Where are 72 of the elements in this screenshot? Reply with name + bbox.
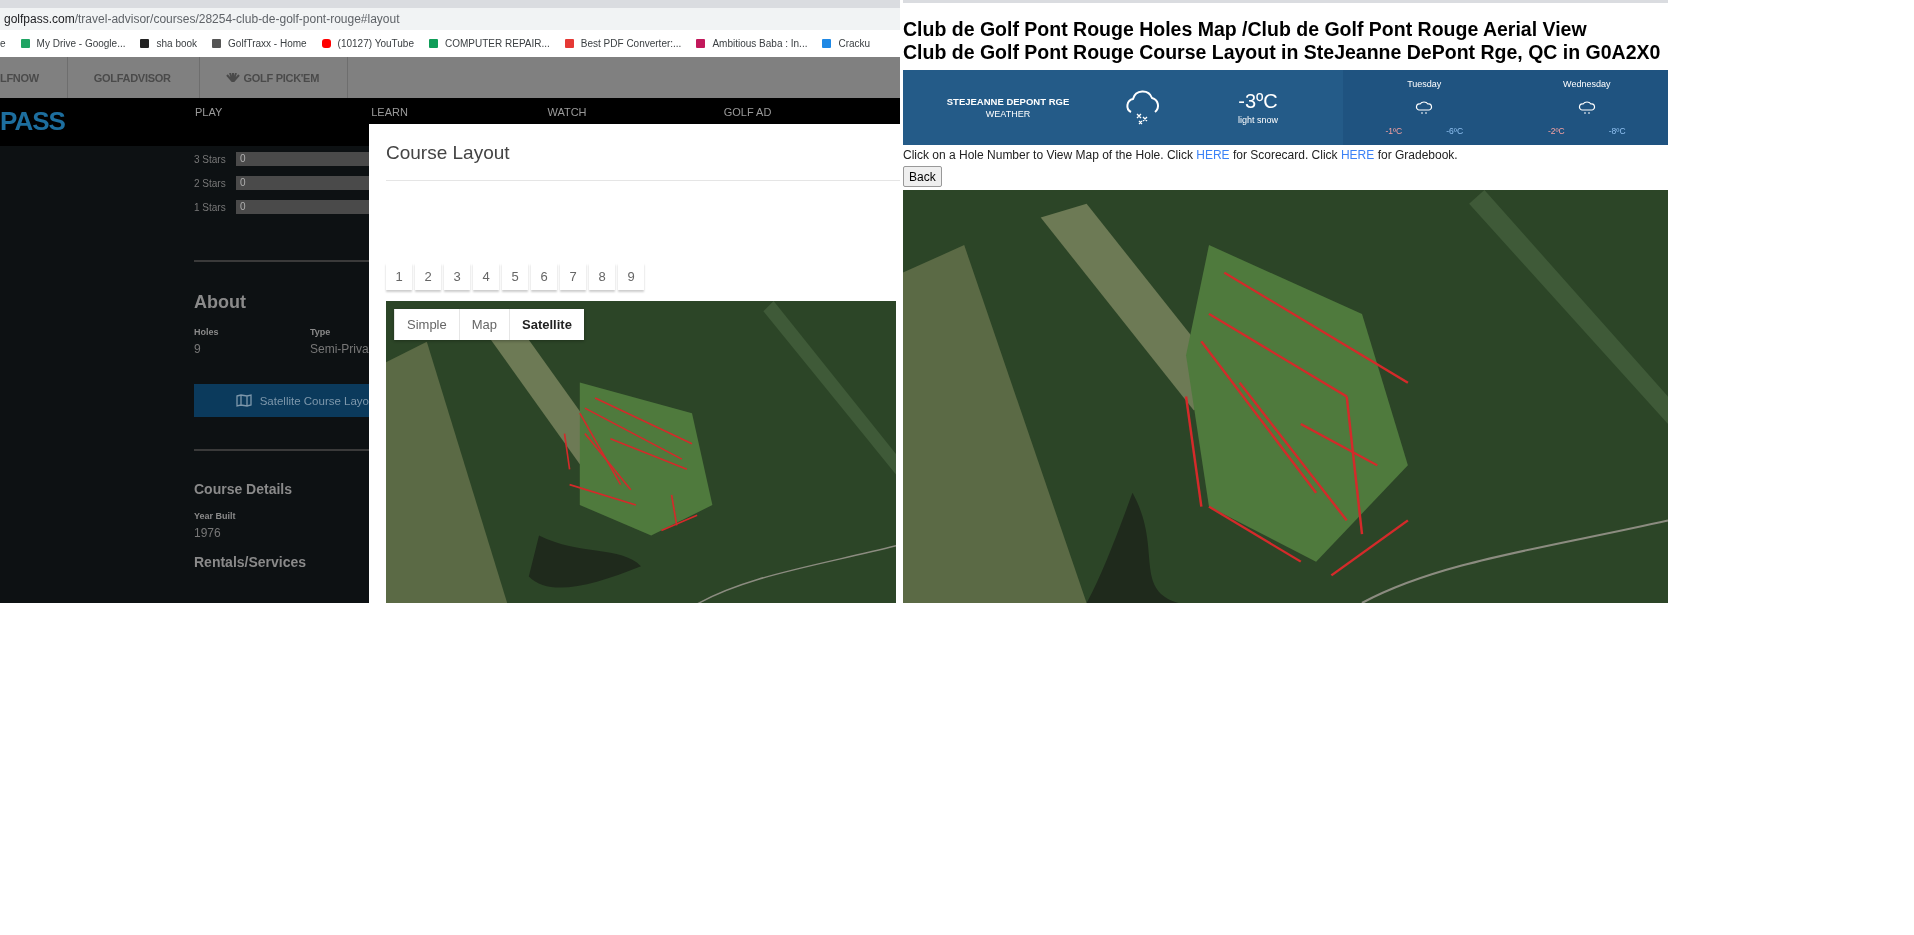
site-logo[interactable]: PASS (0, 106, 195, 137)
nav-link[interactable]: GOLF AD (723, 106, 900, 118)
address-bar[interactable]: golfpass.com/travel-advisor/courses/28254-club-de-golf-pont-rouge#layout (0, 8, 900, 30)
weather-location: STEJEANNE DEPONT RGE (946, 96, 1070, 107)
rain-cloud-icon (1577, 100, 1596, 115)
low-temperature: -8ºC (1608, 125, 1626, 136)
back-button[interactable]: Back (903, 166, 942, 187)
low-temperature: -6ºC (1446, 125, 1464, 136)
high-temperature: -1ºC (1385, 125, 1403, 136)
bookmark-icon (320, 38, 332, 49)
bookmark-link[interactable]: sha book (156, 38, 198, 49)
bookmark-icon (19, 38, 31, 49)
forecast-day: Wednesday (1563, 79, 1611, 90)
bookmark-icon (821, 38, 833, 49)
weather-condition: light snow (1238, 115, 1278, 125)
hole-button[interactable]: 7 (560, 263, 586, 290)
nav-link[interactable]: LEARN (371, 106, 548, 118)
bookmark-link[interactable]: Cracku (838, 38, 871, 49)
page-title: Club de Golf Pont Rouge Holes Map /Club de Golf Pont Rouge Aerial View (903, 18, 1588, 41)
section-heading: Rentals/Services (194, 554, 308, 570)
nav-link[interactable]: WATCH (547, 106, 724, 118)
bookmark-link[interactable]: COMPUTER REPAIR... (445, 38, 550, 49)
fact-label: Year Built (194, 511, 237, 521)
rating-count: 0 (240, 177, 246, 188)
bookmark-icon (139, 38, 151, 49)
bookmark-link[interactable]: Ambitious Baba : In... (712, 38, 808, 49)
bookmark-icon (211, 38, 223, 49)
forecast-day: Tuesday (1407, 79, 1442, 90)
rating-count: 0 (240, 201, 246, 212)
rating-label: 1 Stars (194, 201, 227, 213)
fact-value: 1976 (194, 526, 222, 540)
map-icon (235, 394, 252, 407)
satellite-layout-button[interactable]: Satellite Course Layo (194, 384, 369, 417)
nav-link[interactable]: PLAY (194, 106, 372, 118)
bookmark-link[interactable]: (10127) YouTube (337, 38, 414, 49)
here-link[interactable]: HERE (1340, 148, 1375, 162)
bookmark-link[interactable]: GolfTraxx - Home (228, 38, 307, 49)
fact-label: Type (310, 327, 332, 337)
bookmark-link[interactable]: Best PDF Converter:... (580, 38, 682, 49)
hole-button[interactable]: 4 (473, 263, 499, 290)
section-heading: Course Details (194, 481, 294, 497)
bookmark-link[interactable]: My Drive - Google... (36, 38, 126, 49)
peacock-icon (225, 73, 240, 82)
fact-value: 9 (194, 342, 202, 356)
hole-button[interactable]: 5 (502, 263, 528, 290)
bookmark-link[interactable]: e (0, 38, 6, 49)
hole-button[interactable]: 8 (589, 263, 615, 290)
rating-label: 2 Stars (194, 177, 227, 189)
fact-value: Semi-Priva (310, 342, 370, 356)
map-type-button[interactable]: Simple (394, 309, 459, 340)
section-heading: About (194, 292, 247, 313)
map-type-button[interactable]: Map (458, 309, 510, 340)
rating-count: 0 (240, 153, 246, 164)
weather-label: WEATHER (985, 109, 1031, 119)
modal-title: Course Layout (386, 124, 900, 181)
current-temperature: -3ºC (1238, 90, 1278, 113)
high-temperature: -2ºC (1547, 125, 1565, 136)
hole-button[interactable]: 1 (386, 263, 412, 290)
instruction-text: Click on a Hole Number to View Map of the Hole. Click HERE for Scorecard. Click HERE for Gradebook. (903, 148, 1459, 162)
bookmark-icon (428, 38, 439, 49)
hole-button[interactable]: 2 (415, 263, 441, 290)
page-title: Club de Golf Pont Rouge Course Layout in SteJeanne DePont Rge, QC in G0A2X0 (903, 41, 1662, 64)
fact-label: Holes (194, 327, 220, 337)
hole-button[interactable]: 6 (531, 263, 557, 290)
rating-label: 3 Stars (194, 153, 227, 165)
bookmark-icon (563, 38, 575, 49)
here-link[interactable]: HERE (1196, 148, 1230, 162)
hole-button[interactable]: 3 (444, 263, 470, 290)
rain-cloud-icon (1415, 100, 1434, 115)
hole-button[interactable]: 9 (618, 263, 644, 290)
map-type-button[interactable]: Satellite (509, 309, 584, 340)
bookmark-icon (695, 38, 707, 49)
